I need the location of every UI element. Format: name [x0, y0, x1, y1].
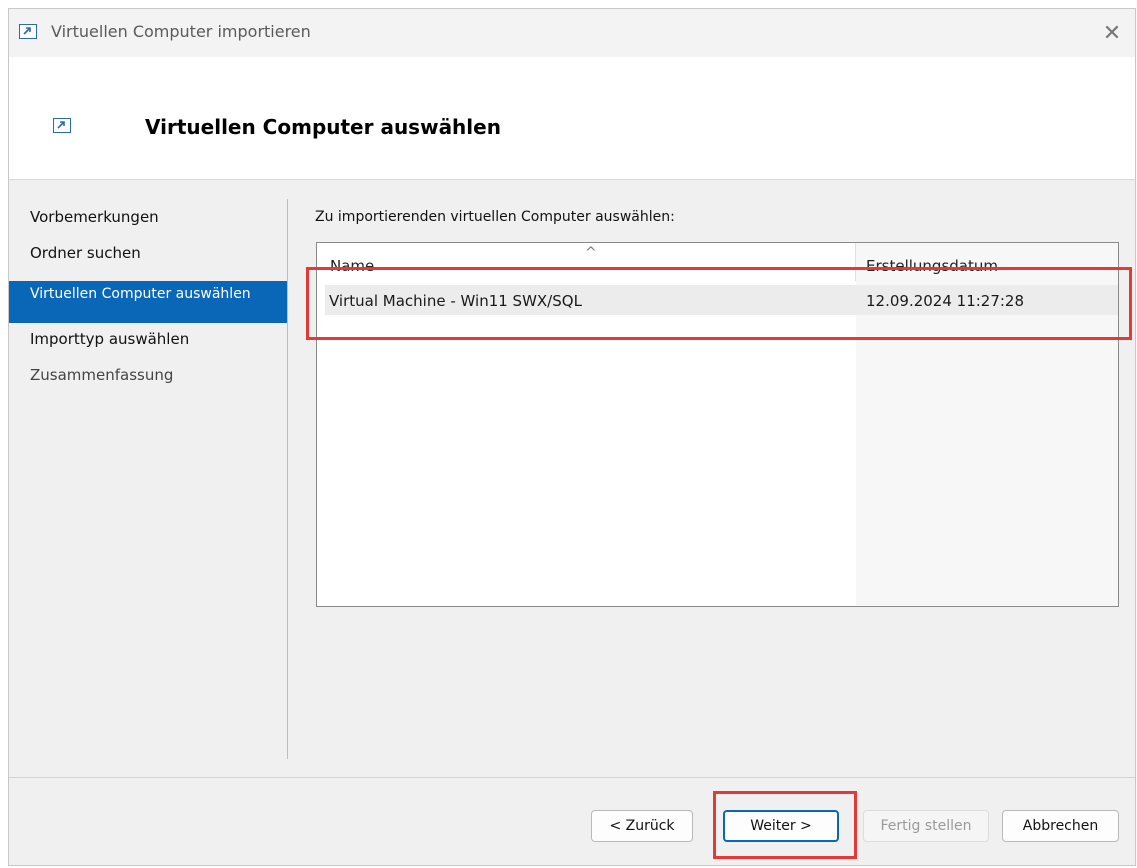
step-vm-auswaehlen[interactable]: Virtuellen Computer auswählen	[9, 281, 287, 323]
instruction-text: Zu importierenden virtuellen Computer au…	[315, 209, 675, 225]
column-header-name[interactable]: ^ Name	[317, 243, 856, 281]
table-row[interactable]: Virtual Machine - Win11 SWX/SQL 12.09.20…	[325, 285, 1118, 315]
window-title: Virtuellen Computer importieren	[51, 22, 311, 41]
import-vm-icon	[53, 118, 71, 133]
page-title: Virtuellen Computer auswählen	[145, 115, 501, 139]
import-dialog: Virtuellen Computer importieren ✕ Virtue…	[8, 8, 1136, 866]
wizard-steps: Vorbemerkungen Ordner suchen Virtuellen …	[9, 209, 287, 403]
step-zusammenfassung: Zusammenfassung	[30, 366, 174, 384]
close-icon[interactable]: ✕	[1089, 9, 1135, 57]
column-header-date[interactable]: Erstellungsdatum	[856, 243, 1118, 281]
next-button[interactable]: Weiter >	[723, 810, 839, 842]
step-vorbemerkungen[interactable]: Vorbemerkungen	[9, 209, 287, 245]
title-bar: Virtuellen Computer importieren ✕	[9, 9, 1135, 57]
back-button[interactable]: < Zurück	[591, 810, 693, 842]
column-header-date-label: Erstellungsdatum	[866, 257, 998, 275]
column-header-name-label: Name	[330, 257, 375, 275]
divider	[287, 199, 288, 759]
finish-button: Fertig stellen	[863, 810, 989, 842]
sort-ascending-icon: ^	[585, 245, 597, 261]
step-importtyp[interactable]: Importtyp auswählen	[9, 331, 287, 367]
wizard-header: Virtuellen Computer auswählen	[9, 57, 1135, 180]
import-vm-icon	[19, 24, 37, 39]
vm-date-cell: 12.09.2024 11:27:28	[866, 292, 1025, 310]
vm-list[interactable]: ^ Name Erstellungsdatum Virtual Machine …	[316, 242, 1119, 607]
cancel-button[interactable]: Abbrechen	[1002, 810, 1119, 842]
vm-name-cell: Virtual Machine - Win11 SWX/SQL	[329, 292, 582, 310]
step-ordner-suchen[interactable]: Ordner suchen	[9, 245, 287, 281]
